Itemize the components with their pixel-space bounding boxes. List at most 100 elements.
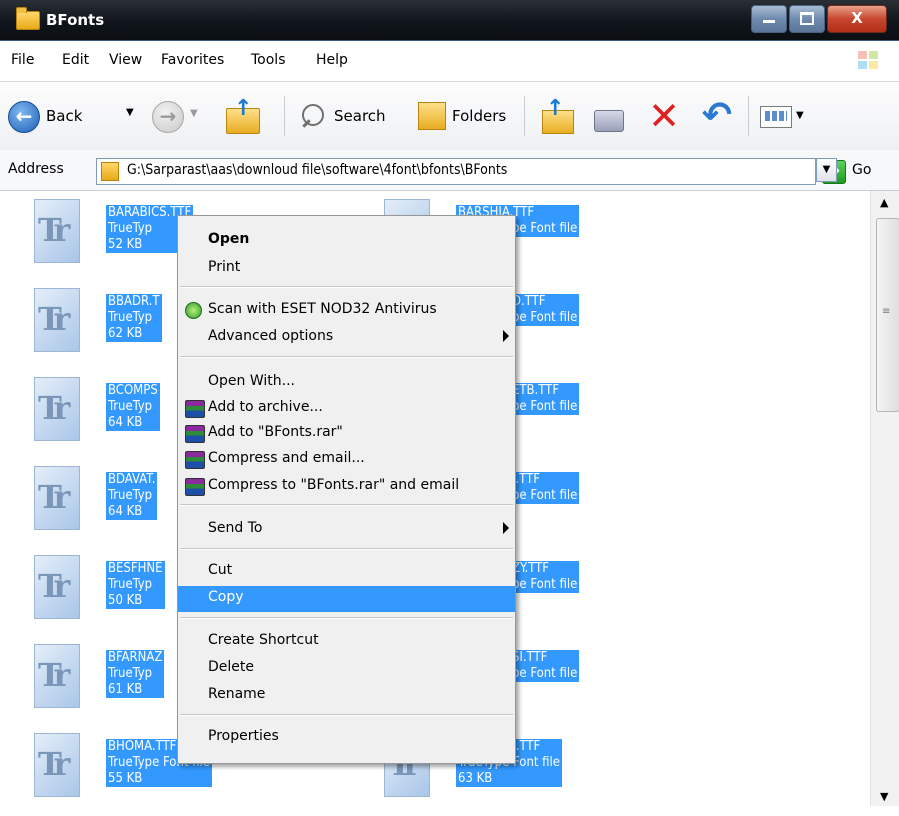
back-button[interactable]: ← Back ▼ [6, 94, 146, 138]
file-size: 62 KB [106, 326, 162, 342]
file-size: 55 KB [106, 771, 212, 787]
menu-properties[interactable]: Properties [178, 725, 515, 749]
menu-send-to[interactable]: Send To [178, 517, 515, 541]
minimize-button[interactable] [751, 5, 787, 33]
file-name: BCOMPS [106, 383, 160, 399]
file-size: 63 KB [456, 771, 562, 787]
file-type: TrueTyp [106, 666, 165, 682]
menu-separator [180, 356, 513, 358]
menu-separator [180, 714, 513, 716]
toolbar-separator [284, 96, 285, 136]
font-file-icon: Tr [30, 466, 82, 530]
folders-label: Folders [452, 107, 507, 125]
winrar-icon [185, 425, 205, 443]
title-bar: BFonts X [0, 0, 899, 41]
up-folder-button[interactable]: ↑ [222, 96, 266, 136]
back-label: Back [46, 107, 83, 125]
scrollbar-grip-icon: ≡ [882, 306, 891, 317]
menu-create-shortcut[interactable]: Create Shortcut [178, 629, 515, 653]
menu-file[interactable]: File [11, 52, 34, 68]
undo-icon[interactable]: ↶ [698, 96, 736, 136]
eset-antivirus-icon [185, 302, 202, 319]
file-type: TrueTyp [106, 488, 158, 504]
menu-favorites[interactable]: Favorites [161, 52, 224, 68]
winrar-icon [185, 478, 205, 496]
toolbar-separator [748, 96, 749, 136]
copy-to-button[interactable] [590, 100, 626, 134]
file-size: 61 KB [106, 682, 165, 698]
windows-logo-icon [858, 51, 880, 71]
file-type: TrueTyp [106, 310, 162, 326]
menu-edit[interactable]: Edit [62, 52, 89, 68]
menu-separator [180, 617, 513, 619]
menu-cut[interactable]: Cut [178, 559, 515, 583]
file-size: 64 KB [106, 415, 160, 431]
menu-tools[interactable]: Tools [251, 52, 286, 68]
font-file-icon: Tr [30, 555, 82, 619]
file-name: BESFHNE [106, 561, 165, 577]
go-label: Go [852, 162, 872, 178]
window-title: BFonts [46, 11, 105, 29]
menu-advanced-options[interactable]: Advanced options [178, 325, 515, 349]
folders-button[interactable]: Folders [414, 96, 514, 136]
menu-copy[interactable]: Copy [178, 586, 515, 612]
menu-add-to-rar[interactable]: Add to "BFonts.rar" [178, 421, 515, 445]
close-button[interactable]: X [827, 5, 887, 33]
menu-separator [180, 504, 513, 506]
menu-separator [180, 548, 513, 550]
menu-compress-rar-email[interactable]: Compress to "BFonts.rar" and email [178, 474, 515, 498]
file-size: 50 KB [106, 593, 165, 609]
views-button[interactable]: ▼ [760, 100, 816, 132]
file-name: BBADR.T [106, 294, 162, 310]
address-path: G:\Sarparast\aas\downloud file\software\… [127, 162, 508, 178]
file-type: TrueTyp [106, 577, 165, 593]
up-arrow-icon: ↑ [234, 96, 253, 121]
views-icon [760, 106, 792, 128]
menu-separator [180, 286, 513, 288]
address-folder-icon [101, 162, 119, 181]
search-button[interactable]: Search [298, 96, 396, 136]
winrar-icon [185, 400, 205, 418]
menu-view[interactable]: View [109, 52, 142, 68]
menu-delete[interactable]: Delete [178, 656, 515, 680]
menu-open[interactable]: Open [178, 228, 515, 252]
file-name: BFARNAZ [106, 650, 165, 666]
back-arrow-icon: ← [8, 101, 40, 133]
menu-compress-email[interactable]: Compress and email... [178, 447, 515, 471]
forward-button[interactable]: → [152, 101, 184, 133]
search-label: Search [334, 107, 386, 125]
submenu-arrow-icon [503, 330, 509, 342]
menu-rename[interactable]: Rename [178, 683, 515, 707]
views-dropdown-icon[interactable]: ▼ [796, 110, 804, 121]
menu-help[interactable]: Help [316, 52, 348, 68]
context-menu: Open Print Scan with ESET NOD32 Antiviru… [177, 215, 516, 764]
font-file-icon: Tr [30, 644, 82, 708]
move-to-button[interactable]: ↑ [538, 96, 576, 136]
scroll-up-arrow-icon[interactable]: ▲ [880, 196, 888, 209]
font-file-icon: Tr [30, 288, 82, 352]
forward-dropdown-icon[interactable]: ▼ [190, 108, 198, 119]
menu-add-to-archive[interactable]: Add to archive... [178, 396, 515, 420]
font-file-icon: Tr [30, 377, 82, 441]
menu-scan-eset[interactable]: Scan with ESET NOD32 Antivirus [178, 298, 515, 322]
address-field[interactable]: G:\Sarparast\aas\downloud file\software\… [96, 158, 816, 185]
back-dropdown-icon[interactable]: ▼ [126, 107, 134, 118]
menu-print[interactable]: Print [178, 256, 515, 280]
address-dropdown-button[interactable]: ▼ [816, 158, 837, 182]
file-size: 64 KB [106, 504, 158, 520]
folders-icon [418, 102, 446, 130]
address-label: Address [8, 161, 64, 177]
winrar-icon [185, 451, 205, 469]
toolbar: ← Back ▼ → ▼ ↑ Search Folders ↑ ✕ ↶ ▼ [0, 82, 899, 151]
menu-bar: File Edit View Favorites Tools Help [0, 41, 899, 82]
submenu-arrow-icon [503, 522, 509, 534]
delete-x-icon[interactable]: ✕ [644, 96, 684, 136]
maximize-button[interactable] [789, 5, 825, 33]
file-type: TrueTyp [106, 399, 160, 415]
copy-to-icon [594, 110, 624, 132]
menu-open-with[interactable]: Open With... [178, 370, 515, 394]
folder-icon [16, 7, 40, 30]
file-name: BDAVAT. [106, 472, 158, 488]
toolbar-separator [524, 96, 525, 136]
scroll-down-arrow-icon[interactable]: ▼ [880, 790, 888, 803]
